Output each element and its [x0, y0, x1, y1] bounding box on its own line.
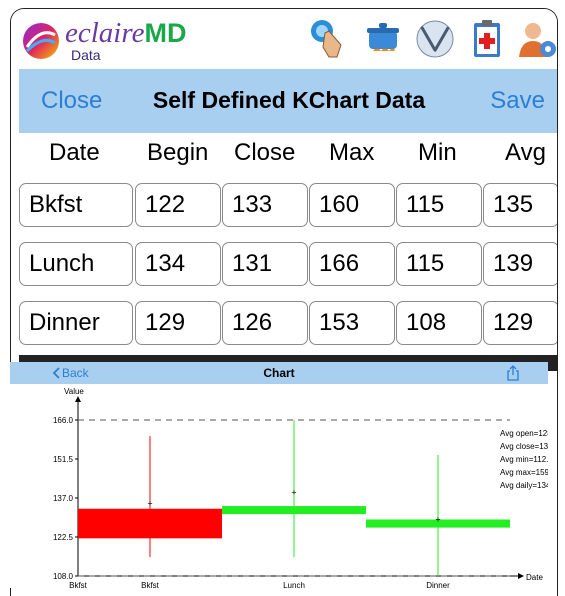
brand-subtitle: Data — [71, 47, 101, 63]
chart-view-title: Chart — [263, 366, 295, 380]
candle-avg-marker: + — [291, 488, 296, 498]
column-header-date: Date — [49, 139, 100, 166]
cell-max-bkfst[interactable]: 160 — [309, 183, 395, 227]
y-tick-label: 137.0 — [53, 494, 74, 503]
cell-min-lunch[interactable]: 115 — [396, 242, 482, 286]
cell-avg-bkfst[interactable]: 135 — [483, 183, 557, 227]
y-axis-label: Value — [64, 387, 84, 396]
column-header-max: Max — [329, 139, 375, 166]
x-tick-label: Dinner — [426, 581, 450, 588]
x-tick-label: Bkfst — [141, 581, 160, 588]
share-icon[interactable] — [506, 365, 520, 381]
logo-swirl-icon — [23, 23, 59, 59]
touch-hand-icon[interactable] — [307, 17, 351, 61]
cell-begin-bkfst[interactable]: 122 — [135, 183, 221, 227]
cell-close-dinner[interactable]: 126 — [222, 301, 308, 345]
chart-stat-text: Avg open=128.3 — [500, 429, 548, 438]
column-header-avg: Avg — [505, 139, 546, 166]
column-header-close: Close — [234, 139, 296, 166]
chart-stat-text: Avg daily=134.3 — [500, 481, 548, 490]
cell-max-dinner[interactable]: 153 — [309, 301, 395, 345]
user-settings-icon[interactable] — [515, 17, 558, 61]
cell-date-lunch[interactable]: Lunch — [19, 242, 133, 286]
chart-stat-text: Avg close=130.0 — [500, 442, 548, 451]
cooking-pot-icon[interactable] — [361, 17, 405, 61]
utensils-icon[interactable] — [413, 17, 457, 61]
candlestick-chart: ValueDate166.0151.5137.0122.5108.0Bkfst+… — [53, 387, 548, 588]
candle-body — [222, 506, 366, 515]
cell-date-bkfst[interactable]: Bkfst — [19, 183, 133, 227]
column-header-min: Min — [418, 139, 457, 166]
medical-clipboard-icon[interactable] — [465, 17, 509, 61]
y-tick-label: 166.0 — [53, 416, 74, 425]
cell-begin-dinner[interactable]: 129 — [135, 301, 221, 345]
cell-close-lunch[interactable]: 131 — [222, 242, 308, 286]
cell-min-bkfst[interactable]: 115 — [396, 183, 482, 227]
candle-body — [78, 508, 222, 539]
page-title: Self Defined KChart Data — [152, 87, 426, 113]
chart-stat-text: Avg min=112.7 — [500, 455, 548, 464]
x-axis-arrow — [518, 573, 524, 579]
cell-begin-lunch[interactable]: 134 — [135, 242, 221, 286]
cell-close-bkfst[interactable]: 133 — [222, 183, 308, 227]
y-tick-label: 108.0 — [53, 572, 74, 581]
cell-date-dinner[interactable]: Dinner — [19, 301, 133, 345]
app-logo[interactable]: eclaireMD Data — [19, 15, 219, 65]
candle-avg-marker: + — [147, 498, 152, 508]
cell-min-dinner[interactable]: 108 — [396, 301, 482, 345]
chart-stat-text: Avg max=159.7 — [500, 468, 548, 477]
y-tick-label: 122.5 — [53, 533, 74, 542]
navigation-bar: Close Self Defined KChart Data Save — [19, 69, 557, 133]
x-axis-start-label: Bkfst — [69, 581, 88, 588]
chart-navigation-bar: Back Chart — [10, 362, 548, 384]
cell-max-lunch[interactable]: 166 — [309, 242, 395, 286]
app-header: eclaireMD Data — [11, 9, 557, 69]
x-axis-label: Date — [526, 573, 543, 582]
column-header-begin: Begin — [147, 139, 209, 166]
save-button[interactable]: Save — [490, 87, 545, 115]
candle-avg-marker: + — [435, 515, 440, 525]
cell-avg-lunch[interactable]: 139 — [483, 242, 557, 286]
cell-avg-dinner[interactable]: 129 — [483, 301, 557, 345]
x-tick-label: Lunch — [283, 581, 305, 588]
chart-panel: Back Chart Value Date 166.0 151.5 137.0 122.5… — [10, 362, 548, 588]
y-axis-arrow — [75, 396, 81, 402]
brand-name: eclaireMD — [65, 17, 187, 49]
y-tick-label: 151.5 — [53, 455, 74, 464]
